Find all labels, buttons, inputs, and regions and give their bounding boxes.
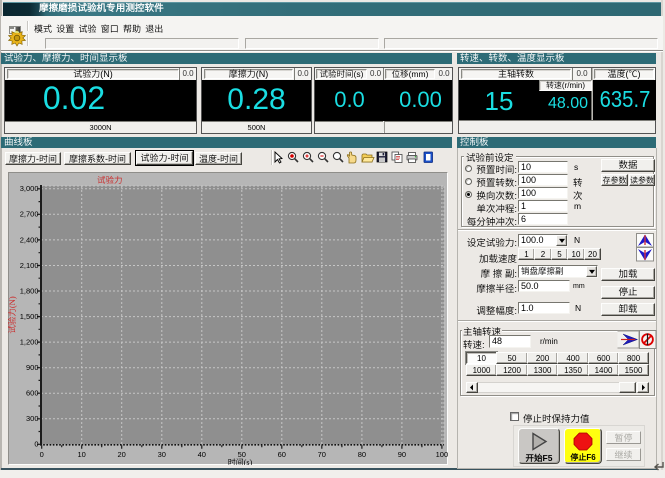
svg-text:0: 0: [34, 440, 38, 449]
svg-text:80: 80: [358, 450, 366, 459]
svg-text:40: 40: [198, 450, 206, 459]
svg-text:3,000: 3,000: [20, 184, 39, 193]
svg-text:10: 10: [78, 450, 86, 459]
svg-text:2,700: 2,700: [20, 210, 39, 219]
svg-text:1,200: 1,200: [20, 338, 39, 347]
svg-text:30: 30: [158, 450, 166, 459]
svg-text:时间(s): 时间(s): [228, 457, 253, 465]
svg-text:试验力(N): 试验力(N): [8, 296, 18, 333]
svg-text:2,400: 2,400: [20, 235, 39, 244]
svg-text:1,800: 1,800: [20, 286, 39, 295]
svg-text:60: 60: [278, 450, 286, 459]
svg-text:1,500: 1,500: [20, 312, 39, 321]
svg-text:20: 20: [118, 450, 126, 459]
svg-text:0: 0: [40, 450, 44, 459]
svg-text:100: 100: [436, 450, 448, 459]
svg-text:600: 600: [26, 389, 39, 398]
svg-text:70: 70: [318, 450, 326, 459]
svg-text:试验力: 试验力: [97, 174, 123, 186]
svg-text:90: 90: [398, 450, 406, 459]
svg-text:300: 300: [26, 414, 39, 423]
svg-text:900: 900: [26, 363, 39, 372]
svg-text:2,100: 2,100: [20, 261, 39, 270]
